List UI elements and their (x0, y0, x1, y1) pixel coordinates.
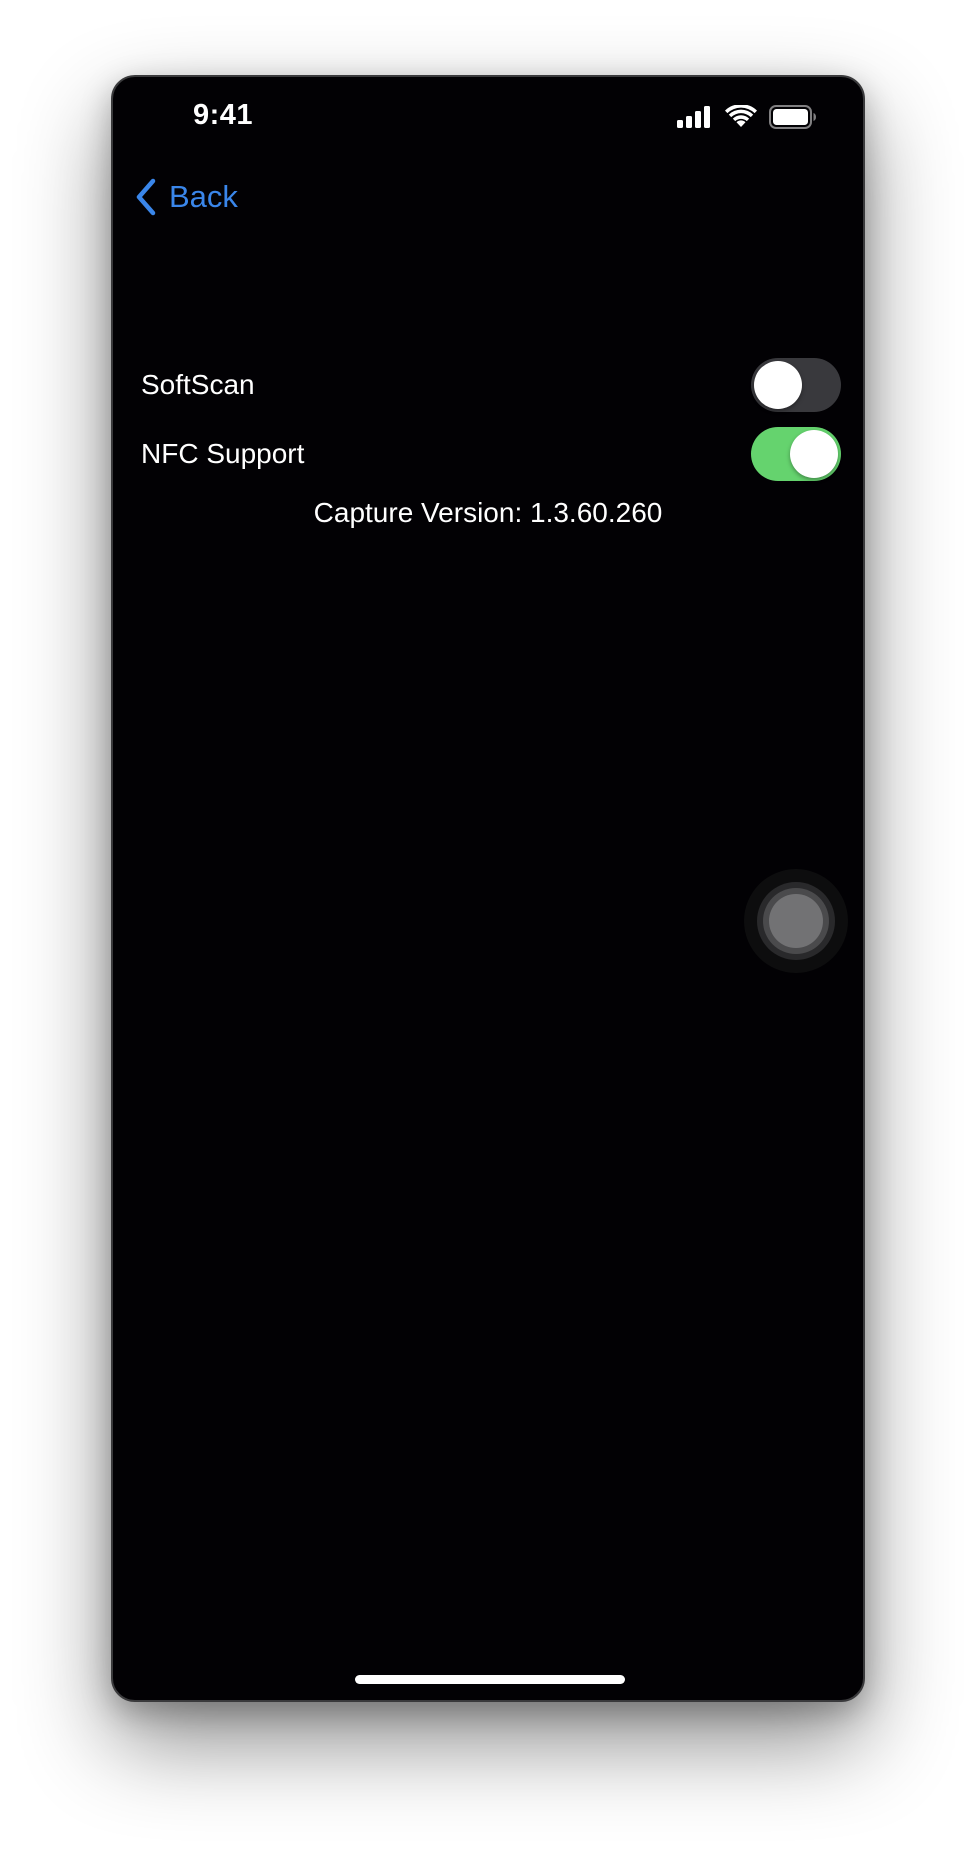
status-time: 9:41 (193, 99, 254, 131)
softscan-row: SoftScan (141, 357, 841, 413)
back-label: Back (169, 179, 238, 214)
wifi-icon (725, 104, 757, 134)
nfc-support-row: NFC Support (141, 426, 841, 482)
toggle-knob (790, 430, 838, 478)
assistive-touch-icon (757, 882, 835, 960)
device-screen: 9:41 Back SoftScan NFC Support Capture V… (111, 75, 865, 1702)
softscan-label: SoftScan (141, 369, 255, 400)
back-button[interactable]: Back (133, 177, 238, 217)
cellular-signal-icon (677, 106, 713, 133)
chevron-left-icon (136, 178, 156, 216)
status-bar: 9:41 (113, 77, 863, 157)
toggle-knob (754, 361, 802, 409)
home-indicator[interactable] (355, 1675, 625, 1684)
status-icons (677, 104, 817, 134)
assistive-touch-button[interactable] (744, 869, 848, 973)
battery-icon (769, 105, 817, 134)
nfc-support-label: NFC Support (141, 438, 305, 469)
softscan-toggle[interactable] (751, 358, 841, 412)
nfc-support-toggle[interactable] (751, 427, 841, 481)
capture-version-text: Capture Version: 1.3.60.260 (313, 497, 663, 528)
